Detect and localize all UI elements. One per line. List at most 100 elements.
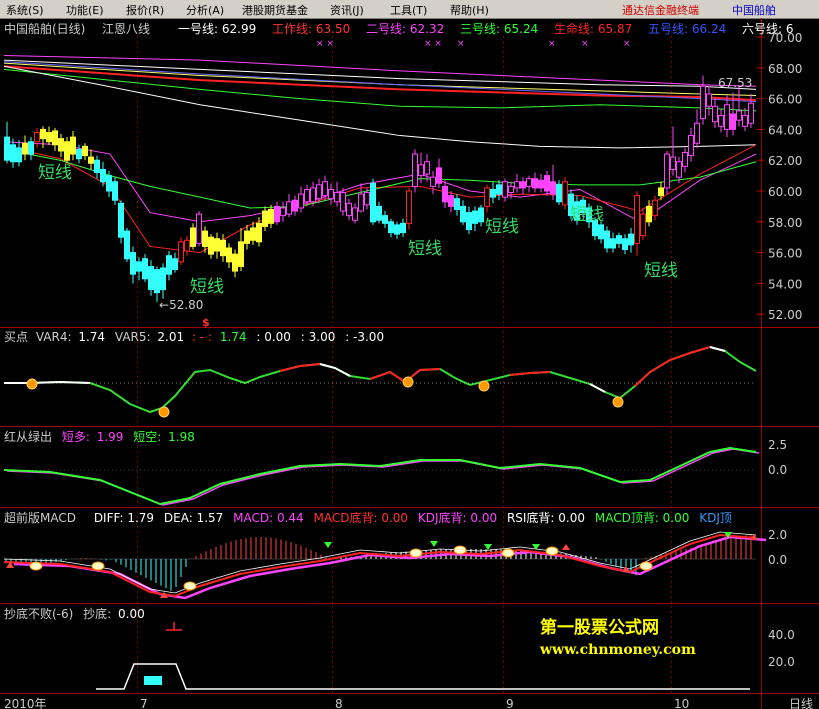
candle-body bbox=[310, 187, 316, 203]
menu-function[interactable]: 功能(E) bbox=[66, 2, 104, 18]
y-tick-label: 52.00 bbox=[768, 308, 802, 322]
candle-body bbox=[178, 241, 184, 263]
candle-body bbox=[28, 141, 34, 155]
y-tick-label: 64.00 bbox=[768, 123, 802, 137]
svg-text:× ×: × × bbox=[424, 39, 442, 49]
indicator-name: 江恩八线 bbox=[102, 22, 150, 36]
y-tick-label: 60.00 bbox=[768, 185, 802, 199]
candle-body bbox=[10, 144, 16, 163]
legend-line-3: 二号线: 62.32 bbox=[366, 22, 444, 36]
candle-body bbox=[454, 198, 460, 210]
candle-body bbox=[736, 110, 742, 121]
candle-body bbox=[622, 238, 628, 251]
candle-body bbox=[748, 102, 754, 124]
candle-body bbox=[226, 247, 232, 263]
y-tick-label: 62.00 bbox=[768, 154, 802, 168]
candle-body bbox=[652, 199, 658, 217]
candle-body bbox=[352, 207, 358, 221]
candle-body bbox=[550, 181, 556, 195]
menu-info[interactable]: 资讯(J) bbox=[330, 2, 364, 18]
dollar-signal-icon: $ bbox=[202, 316, 210, 329]
candle-body bbox=[424, 161, 430, 175]
y-tick-label: 70.00 bbox=[768, 31, 802, 45]
svg-text:×: × bbox=[457, 39, 465, 49]
y-tick-label: 58.00 bbox=[768, 216, 802, 230]
legend-line-6: 五号线: 66.24 bbox=[648, 22, 726, 36]
candle-body bbox=[724, 104, 730, 130]
candle-body bbox=[658, 187, 664, 197]
candle-body bbox=[124, 230, 130, 260]
y-tick-label: 66.00 bbox=[768, 93, 802, 107]
candle-body bbox=[412, 153, 418, 187]
menu-hk-futures[interactable]: 港股期货基金 bbox=[242, 2, 308, 18]
candle-body bbox=[172, 258, 178, 271]
chart-area[interactable]: 中国船舶(日线) 江恩八线 一号线: 62.99 工作线: 63.50 二号线: 6… bbox=[0, 18, 819, 709]
candle-body bbox=[706, 93, 712, 107]
candle-body bbox=[304, 188, 310, 203]
arrow-down-icon bbox=[484, 544, 492, 550]
buy-point-oscillator bbox=[4, 345, 757, 418]
watermark-title: 第一股票公式网 bbox=[540, 618, 659, 638]
stock-title: 中国船舶(日线) bbox=[4, 21, 85, 36]
candle-body bbox=[742, 115, 748, 127]
candle-body bbox=[490, 188, 496, 198]
candle-body bbox=[682, 152, 688, 167]
candle-body bbox=[94, 159, 100, 174]
candle-body bbox=[358, 193, 364, 212]
menu-quote[interactable]: 报价(R) bbox=[126, 2, 164, 18]
candle-body bbox=[268, 208, 274, 224]
candle-body bbox=[40, 128, 46, 140]
legend-line-5: 生命线: 65.87 bbox=[554, 21, 632, 36]
menu-help[interactable]: 帮助(H) bbox=[450, 2, 489, 18]
panel2-header: 买点 VAR4: 1.74 VAR5: 2.01 : - : 1.74 : 0.… bbox=[4, 330, 384, 344]
menu-tools[interactable]: 工具(T) bbox=[390, 2, 427, 18]
signal-diamond-icon bbox=[639, 561, 653, 571]
candle-body bbox=[190, 227, 196, 247]
candle-body bbox=[34, 131, 40, 143]
candle-body bbox=[244, 230, 250, 244]
month-gridlines bbox=[137, 36, 672, 693]
y-tick-label: 68.00 bbox=[768, 62, 802, 76]
panel3-header: 红从绿出 短多: 1.99 短空: 1.98 bbox=[4, 429, 195, 444]
svg-text:7: 7 bbox=[140, 697, 148, 709]
candle-body bbox=[70, 136, 76, 155]
candle-body bbox=[136, 261, 142, 272]
candle-body bbox=[130, 252, 136, 275]
candle-body bbox=[118, 202, 124, 238]
candle-body bbox=[676, 161, 682, 178]
candle-body bbox=[76, 148, 82, 160]
main-legend: 一号线: 62.99 工作线: 63.50 二号线: 62.32 三号线: 65.24… bbox=[178, 21, 794, 36]
var-segment bbox=[319, 363, 351, 377]
candle-body bbox=[400, 222, 406, 234]
buy-point-dot-icon bbox=[158, 406, 170, 418]
stock-name-title: 中国船舶 bbox=[732, 4, 776, 17]
gann-line bbox=[3, 65, 757, 149]
candle-body bbox=[328, 188, 334, 200]
signal-diamond-icon bbox=[183, 581, 197, 591]
svg-text:×: × bbox=[623, 39, 631, 49]
candle-body bbox=[340, 192, 346, 212]
short-line-label: 短线 bbox=[570, 205, 604, 225]
legend-line-1: 一号线: 62.99 bbox=[178, 22, 256, 36]
menu-analysis[interactable]: 分析(A) bbox=[186, 2, 224, 18]
candle-body bbox=[382, 215, 388, 224]
candle-body bbox=[598, 224, 604, 240]
menu-system[interactable]: 系统(S) bbox=[6, 2, 44, 18]
candle-body bbox=[484, 187, 490, 207]
candle-body bbox=[364, 192, 370, 206]
candle-body bbox=[670, 156, 676, 170]
candle-body bbox=[460, 205, 466, 223]
svg-text:9: 9 bbox=[506, 697, 514, 709]
candle-body bbox=[712, 105, 718, 123]
var-segment bbox=[634, 346, 711, 387]
candle-body bbox=[154, 269, 160, 294]
candle-body bbox=[370, 182, 376, 223]
app-title: 通达信金融终端 bbox=[622, 4, 699, 17]
watermark-url: www.chnmoney.com bbox=[540, 642, 696, 658]
candle-body bbox=[448, 195, 454, 207]
candle-body bbox=[514, 181, 520, 189]
candle-body bbox=[88, 156, 94, 164]
y-tick-label: 54.00 bbox=[768, 277, 802, 291]
candle-body bbox=[646, 205, 652, 223]
panel5-y-20: 20.0 bbox=[768, 655, 795, 669]
